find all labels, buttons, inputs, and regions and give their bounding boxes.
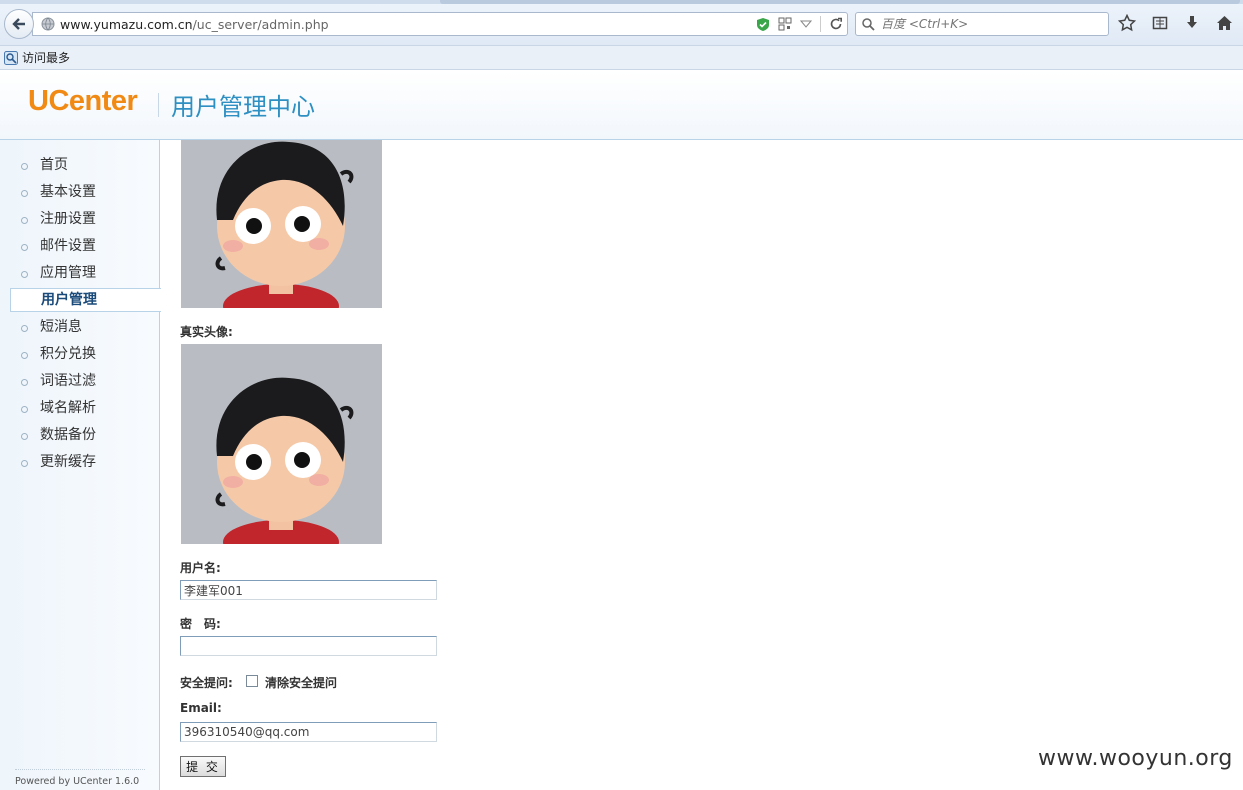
qr-code-icon[interactable]: [778, 17, 792, 31]
bullet-icon: [21, 271, 28, 278]
bullet-icon: [21, 433, 28, 440]
download-icon[interactable]: [1184, 15, 1200, 31]
password-input[interactable]: [180, 636, 437, 656]
real-avatar-label: 真实头像:: [180, 325, 233, 339]
search-icon: [862, 17, 875, 31]
globe-icon: [41, 17, 55, 31]
clear-security-label[interactable]: 清除安全提问: [265, 674, 337, 691]
back-arrow-icon: [12, 18, 25, 30]
watermark: www.wooyun.org: [1038, 746, 1233, 771]
password-label: 密 码:: [180, 617, 221, 631]
username-input[interactable]: [180, 580, 437, 600]
bullet-icon: [21, 352, 28, 359]
bullet-icon: [21, 379, 28, 386]
bullet-icon: [21, 406, 28, 413]
sidebar-item-data-backup[interactable]: 数据备份: [0, 422, 160, 449]
search-bar[interactable]: [855, 12, 1109, 36]
sidebar-item-mail-settings[interactable]: 邮件设置: [0, 233, 160, 260]
page-title: 用户管理中心: [171, 93, 315, 121]
email-input[interactable]: [180, 722, 437, 742]
cartoon-avatar-icon: [181, 344, 382, 544]
ucenter-logo[interactable]: UCenter: [28, 85, 138, 118]
sidebar-item-app-management[interactable]: 应用管理: [0, 260, 160, 287]
dropdown-arrow-icon[interactable]: [800, 19, 812, 29]
sidebar-item-basic-settings[interactable]: 基本设置: [0, 179, 160, 206]
submit-button[interactable]: 提 交: [180, 756, 226, 777]
bookmark-most-visited[interactable]: 访问最多: [22, 49, 70, 66]
uc-header: UCenter 用户管理中心: [0, 71, 1243, 140]
browser-toolbar: www.yumazu.com.cn/uc_server/admin.php: [0, 0, 1243, 46]
email-label: Email:: [180, 701, 222, 715]
bullet-icon: [21, 244, 28, 251]
bullet-icon: [21, 460, 28, 467]
sidebar-item-domain-resolve[interactable]: 域名解析: [0, 395, 160, 422]
reload-icon[interactable]: [829, 17, 843, 31]
shield-check-icon[interactable]: [756, 17, 770, 32]
back-button[interactable]: [4, 9, 34, 39]
user-edit-form: 真实头像: 用户名: 密 码: 安全提问: 清除安全提问 Email: 提 交: [180, 140, 1180, 790]
tab-edge[interactable]: [440, 0, 1240, 4]
url-divider: [820, 16, 821, 32]
security-question-label: 安全提问:: [180, 676, 233, 690]
bookmarks-bar: 访问最多: [0, 46, 1243, 70]
bullet-icon: [21, 163, 28, 170]
bullet-icon: [21, 217, 28, 224]
sidebar-item-credit-exchange[interactable]: 积分兑换: [0, 341, 160, 368]
bullet-icon: [21, 325, 28, 332]
header-separator: [158, 93, 159, 117]
home-icon[interactable]: [1216, 15, 1233, 31]
sidebar-item-register-settings[interactable]: 注册设置: [0, 206, 160, 233]
cartoon-avatar-icon: [181, 140, 382, 308]
avatar-image: [181, 140, 382, 308]
bullet-icon: [21, 190, 28, 197]
reading-list-icon[interactable]: [1152, 15, 1168, 31]
sidebar: 首页 基本设置 注册设置 邮件设置 应用管理 用户管理 短消息 积分兑换 词语过…: [0, 140, 161, 790]
sidebar-item-user-management[interactable]: 用户管理: [10, 288, 161, 312]
most-visited-icon[interactable]: [4, 50, 18, 65]
search-input[interactable]: [881, 17, 1081, 31]
powered-by: Powered by UCenter 1.6.0: [15, 769, 145, 787]
url-text: www.yumazu.com.cn/uc_server/admin.php: [60, 16, 329, 32]
username-label: 用户名:: [180, 561, 221, 575]
sidebar-item-word-filter[interactable]: 词语过滤: [0, 368, 160, 395]
tab-strip: [0, 0, 1243, 4]
sidebar-item-update-cache[interactable]: 更新缓存: [0, 449, 160, 476]
bookmark-star-icon[interactable]: [1118, 14, 1136, 32]
sidebar-item-home[interactable]: 首页: [0, 152, 160, 179]
sidebar-item-messages[interactable]: 短消息: [0, 314, 160, 341]
clear-security-checkbox[interactable]: [246, 675, 258, 687]
address-bar[interactable]: www.yumazu.com.cn/uc_server/admin.php: [32, 12, 848, 36]
real-avatar-image: [181, 344, 382, 544]
sidebar-menu: 首页 基本设置 注册设置 邮件设置 应用管理 用户管理 短消息 积分兑换 词语过…: [0, 152, 161, 476]
